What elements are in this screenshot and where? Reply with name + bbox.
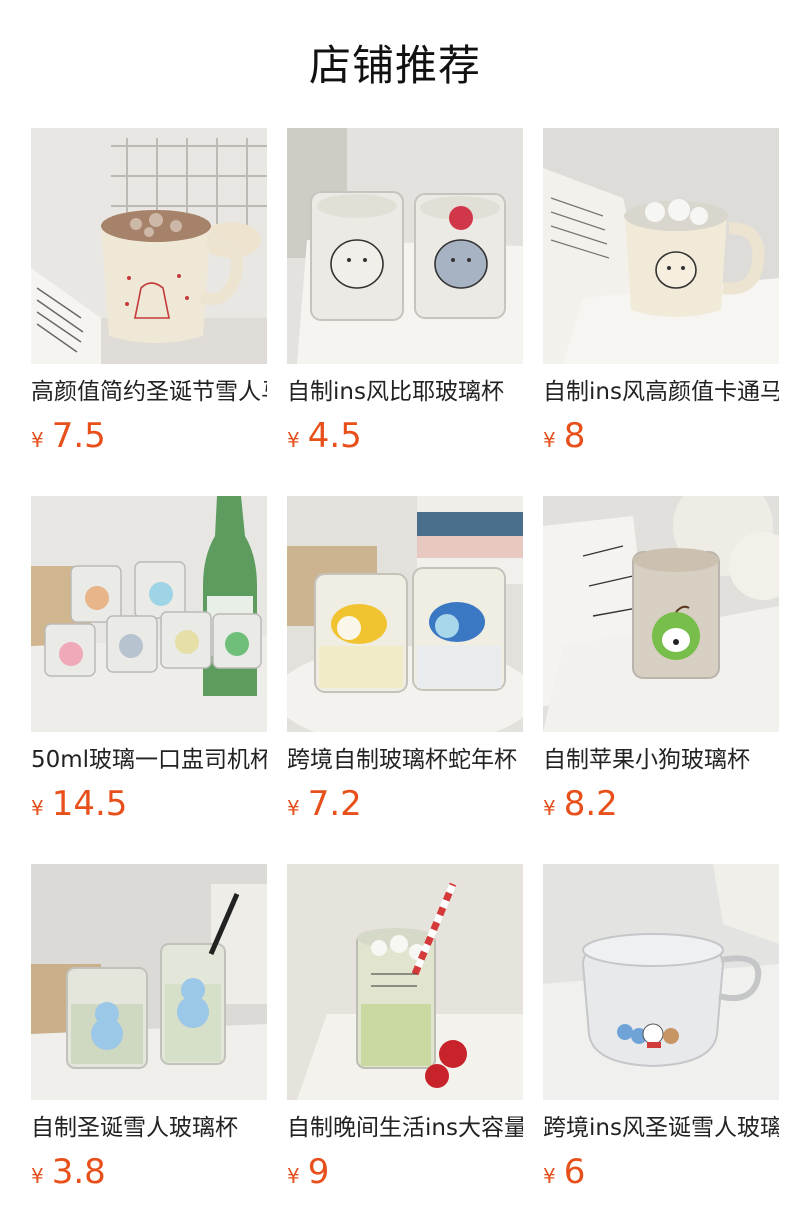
product-card[interactable]: 高颜值简约圣诞节雪人马克杯 ¥7.5 bbox=[31, 128, 267, 468]
product-photo bbox=[543, 128, 779, 364]
product-name[interactable]: 跨境自制玻璃杯蛇年杯 bbox=[287, 742, 523, 778]
product-price: ¥3.8 bbox=[31, 1152, 106, 1192]
currency-symbol: ¥ bbox=[287, 428, 300, 452]
product-name[interactable]: 自制ins风高颜值卡通马克杯 bbox=[543, 374, 779, 410]
product-image[interactable] bbox=[31, 864, 267, 1100]
product-card[interactable]: 50ml玻璃一口盅司机杯 ¥14.5 bbox=[31, 496, 267, 836]
currency-symbol: ¥ bbox=[31, 796, 44, 820]
product-photo bbox=[31, 128, 267, 364]
product-image[interactable] bbox=[31, 496, 267, 732]
product-card[interactable]: 跨境自制玻璃杯蛇年杯 ¥7.2 bbox=[287, 496, 523, 836]
product-image[interactable] bbox=[287, 496, 523, 732]
price-value: 4.5 bbox=[307, 416, 362, 456]
product-name[interactable]: 跨境ins风圣诞雪人玻璃碗 bbox=[543, 1110, 779, 1146]
product-price: ¥6 bbox=[543, 1152, 585, 1192]
currency-symbol: ¥ bbox=[31, 428, 44, 452]
product-price: ¥4.5 bbox=[287, 416, 362, 456]
product-photo bbox=[287, 496, 523, 732]
product-photo bbox=[31, 496, 267, 732]
product-price: ¥9 bbox=[287, 1152, 329, 1192]
price-value: 7.2 bbox=[307, 784, 362, 824]
currency-symbol: ¥ bbox=[287, 1164, 300, 1188]
currency-symbol: ¥ bbox=[543, 796, 556, 820]
product-name[interactable]: 自制圣诞雪人玻璃杯 bbox=[31, 1110, 267, 1146]
product-price: ¥7.5 bbox=[31, 416, 106, 456]
product-name[interactable]: 高颜值简约圣诞节雪人马克杯 bbox=[31, 374, 267, 410]
product-image[interactable] bbox=[31, 128, 267, 364]
product-name[interactable]: 自制苹果小狗玻璃杯 bbox=[543, 742, 779, 778]
product-price: ¥8 bbox=[543, 416, 585, 456]
product-photo bbox=[31, 864, 267, 1100]
product-card[interactable]: 自制圣诞雪人玻璃杯 ¥3.8 bbox=[31, 864, 267, 1204]
product-card[interactable]: 自制ins风比耶玻璃杯 ¥4.5 bbox=[287, 128, 523, 468]
product-image[interactable] bbox=[543, 496, 779, 732]
product-photo bbox=[543, 864, 779, 1100]
product-image[interactable] bbox=[543, 864, 779, 1100]
currency-symbol: ¥ bbox=[287, 796, 300, 820]
product-photo bbox=[543, 496, 779, 732]
product-image[interactable] bbox=[543, 128, 779, 364]
price-value: 7.5 bbox=[51, 416, 106, 456]
product-photo bbox=[287, 128, 523, 364]
product-photo bbox=[287, 864, 523, 1100]
product-image[interactable] bbox=[287, 864, 523, 1100]
product-name[interactable]: 自制ins风比耶玻璃杯 bbox=[287, 374, 523, 410]
price-value: 8 bbox=[563, 416, 586, 456]
price-value: 3.8 bbox=[51, 1152, 106, 1192]
product-name[interactable]: 自制晚间生活ins大容量玻璃杯 bbox=[287, 1110, 523, 1146]
product-image[interactable] bbox=[287, 128, 523, 364]
product-name[interactable]: 50ml玻璃一口盅司机杯 bbox=[31, 742, 267, 778]
product-price: ¥8.2 bbox=[543, 784, 618, 824]
product-card[interactable]: 跨境ins风圣诞雪人玻璃碗 ¥6 bbox=[543, 864, 779, 1204]
price-value: 14.5 bbox=[51, 784, 128, 824]
product-price: ¥14.5 bbox=[31, 784, 127, 824]
price-value: 6 bbox=[563, 1152, 586, 1192]
section-title: 店铺推荐 bbox=[308, 41, 481, 90]
currency-symbol: ¥ bbox=[543, 428, 556, 452]
product-card[interactable]: 自制ins风高颜值卡通马克杯 ¥8 bbox=[543, 128, 779, 468]
currency-symbol: ¥ bbox=[543, 1164, 556, 1188]
currency-symbol: ¥ bbox=[31, 1164, 44, 1188]
product-card[interactable]: 自制晚间生活ins大容量玻璃杯 ¥9 bbox=[287, 864, 523, 1204]
price-value: 8.2 bbox=[563, 784, 618, 824]
price-value: 9 bbox=[307, 1152, 330, 1192]
product-card[interactable]: 自制苹果小狗玻璃杯 ¥8.2 bbox=[543, 496, 779, 836]
product-price: ¥7.2 bbox=[287, 784, 362, 824]
